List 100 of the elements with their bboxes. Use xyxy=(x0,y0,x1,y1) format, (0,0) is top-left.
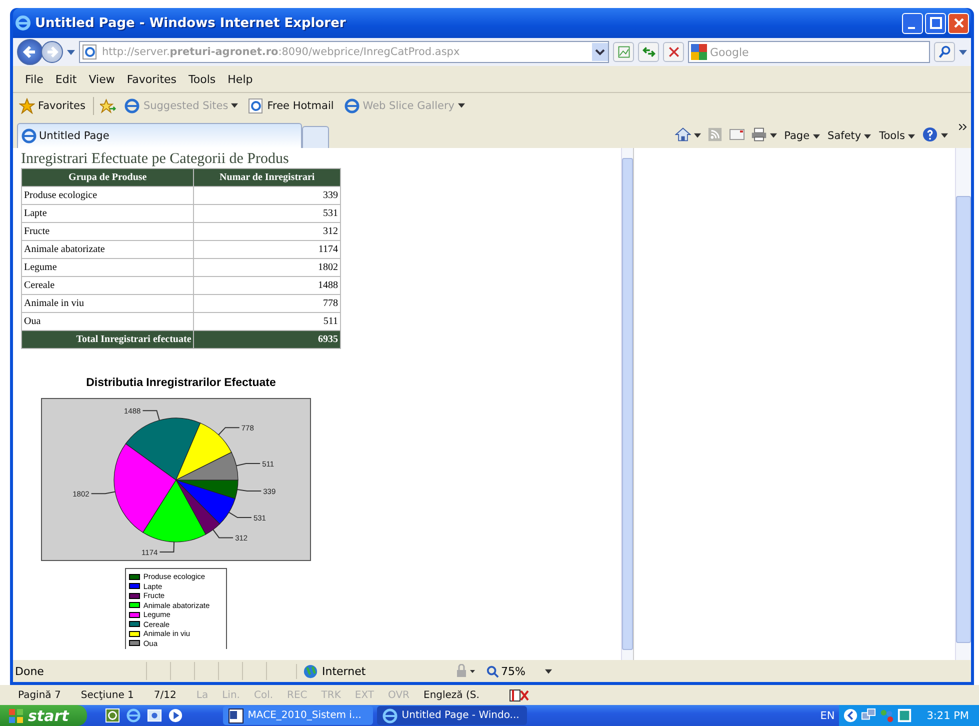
menu-item[interactable]: Tools xyxy=(182,72,222,86)
leader-line xyxy=(218,427,240,436)
command-menu[interactable]: Safety xyxy=(824,130,876,142)
windows-flag-icon xyxy=(8,708,24,724)
leader-line xyxy=(228,512,252,518)
caret-icon[interactable] xyxy=(67,50,75,54)
add-favorite-icon[interactable] xyxy=(100,98,116,114)
globe-icon xyxy=(303,664,318,678)
printer-icon[interactable] xyxy=(751,127,768,142)
table-cell: Legume xyxy=(22,258,194,276)
stop-button[interactable] xyxy=(663,42,684,62)
browser-icon xyxy=(15,15,31,31)
browser-icon xyxy=(21,128,37,144)
command-menu[interactable]: Tools xyxy=(875,130,919,142)
close-icon xyxy=(666,45,680,59)
table-cell: 339 xyxy=(194,186,340,204)
window-title: Untitled Page - Windows Internet Explorer xyxy=(35,16,346,30)
scrollbar[interactable] xyxy=(955,148,971,660)
home-icon[interactable] xyxy=(675,127,692,142)
menu-item[interactable]: View xyxy=(82,72,121,86)
chevron-icon[interactable] xyxy=(842,708,858,723)
leader-line xyxy=(90,491,116,494)
menu-item[interactable]: Favorites xyxy=(120,72,183,86)
table-cell: 312 xyxy=(194,222,340,240)
menu-item[interactable]: File xyxy=(19,72,50,86)
star-icon xyxy=(19,98,35,114)
language-indicator[interactable]: EN xyxy=(820,710,835,722)
search-button[interactable] xyxy=(934,42,955,62)
caret-icon[interactable] xyxy=(694,133,702,138)
chevron-icon[interactable] xyxy=(959,124,967,130)
status-field: 7/12 xyxy=(154,690,176,700)
minimize-icon xyxy=(908,27,914,29)
table-cell: 1488 xyxy=(194,276,340,294)
scrollbar[interactable] xyxy=(621,148,633,660)
caret-icon xyxy=(812,134,820,138)
table-cell: Animale abatorizate xyxy=(22,240,194,258)
status-field: Lin. xyxy=(222,690,240,700)
leader-line xyxy=(159,541,175,552)
favorites-bar-item[interactable]: Free Hotmail xyxy=(246,98,336,114)
minimize-button[interactable] xyxy=(902,12,923,34)
taskbar-button[interactable]: MACE_2010_Sistem i... xyxy=(222,706,373,725)
caret-icon[interactable] xyxy=(959,50,967,54)
total-cell: Total Inregistrari efectuate xyxy=(22,330,194,348)
forward-button[interactable] xyxy=(41,41,63,63)
browser-icon xyxy=(344,98,360,114)
search-icon xyxy=(938,45,952,59)
caret-icon xyxy=(864,134,872,138)
close-button[interactable] xyxy=(948,12,969,34)
browser-tab[interactable]: Untitled Page xyxy=(17,123,302,148)
leader-line xyxy=(142,410,160,421)
menu-item[interactable]: Help xyxy=(222,72,259,86)
table-cell: 531 xyxy=(194,204,340,222)
zoom-button[interactable]: 75% xyxy=(482,664,530,678)
chart-title: Distributia Inregistrarilor Efectuate xyxy=(86,377,276,389)
spelling-icon[interactable] xyxy=(509,688,530,702)
mail-icon[interactable] xyxy=(729,127,746,142)
status-field: Pagină 7 xyxy=(18,690,61,700)
status-field: OVR xyxy=(388,690,410,700)
caret-icon[interactable] xyxy=(545,668,552,674)
caret-icon[interactable] xyxy=(941,133,948,138)
favorites-button[interactable]: Favorites xyxy=(17,98,88,114)
status-field: TRK xyxy=(321,690,341,700)
command-menu[interactable]: Page xyxy=(780,130,824,142)
caret-icon xyxy=(231,103,238,108)
menu-item[interactable]: Edit xyxy=(49,72,83,86)
desktop-icon[interactable] xyxy=(104,708,120,723)
maximize-button[interactable] xyxy=(925,12,946,34)
browser-icon[interactable] xyxy=(126,708,141,723)
caret-icon[interactable] xyxy=(770,133,778,138)
clock: 3:21 PM xyxy=(926,710,969,722)
page-icon xyxy=(248,98,264,114)
leader-line xyxy=(212,529,234,538)
status-field: EXT xyxy=(354,690,374,700)
back-button[interactable] xyxy=(17,39,43,65)
browser-icon xyxy=(124,98,140,114)
mail-icon[interactable] xyxy=(146,708,162,723)
table-cell: Lapte xyxy=(22,204,194,222)
magnifier-icon xyxy=(486,664,499,678)
table-cell: Cereale xyxy=(22,276,194,294)
caret-icon xyxy=(908,134,915,138)
leader-line xyxy=(236,488,262,492)
maximize-icon xyxy=(928,16,942,30)
compatibility-view-button[interactable] xyxy=(613,42,634,62)
chart-page-icon xyxy=(616,45,630,59)
dropdown-icon[interactable] xyxy=(592,43,608,61)
column-header: Numar de Inregistrari xyxy=(194,168,340,186)
help-icon[interactable] xyxy=(922,127,938,142)
app-icon[interactable] xyxy=(896,708,912,723)
status-field: REC xyxy=(287,690,308,700)
taskbar-button[interactable]: Untitled Page - Windo... xyxy=(376,706,527,725)
table-cell: Fructe xyxy=(22,222,194,240)
total-cell: 6935 xyxy=(194,330,340,348)
lock-icon[interactable] xyxy=(454,664,476,678)
page-icon xyxy=(82,44,98,60)
security-zone: Internet xyxy=(322,664,366,678)
start-button[interactable]: start xyxy=(0,705,87,726)
search-field[interactable]: Google xyxy=(688,41,930,63)
refresh-button[interactable] xyxy=(638,42,659,62)
media-player-icon[interactable] xyxy=(168,708,183,723)
table-cell: 778 xyxy=(194,294,340,312)
